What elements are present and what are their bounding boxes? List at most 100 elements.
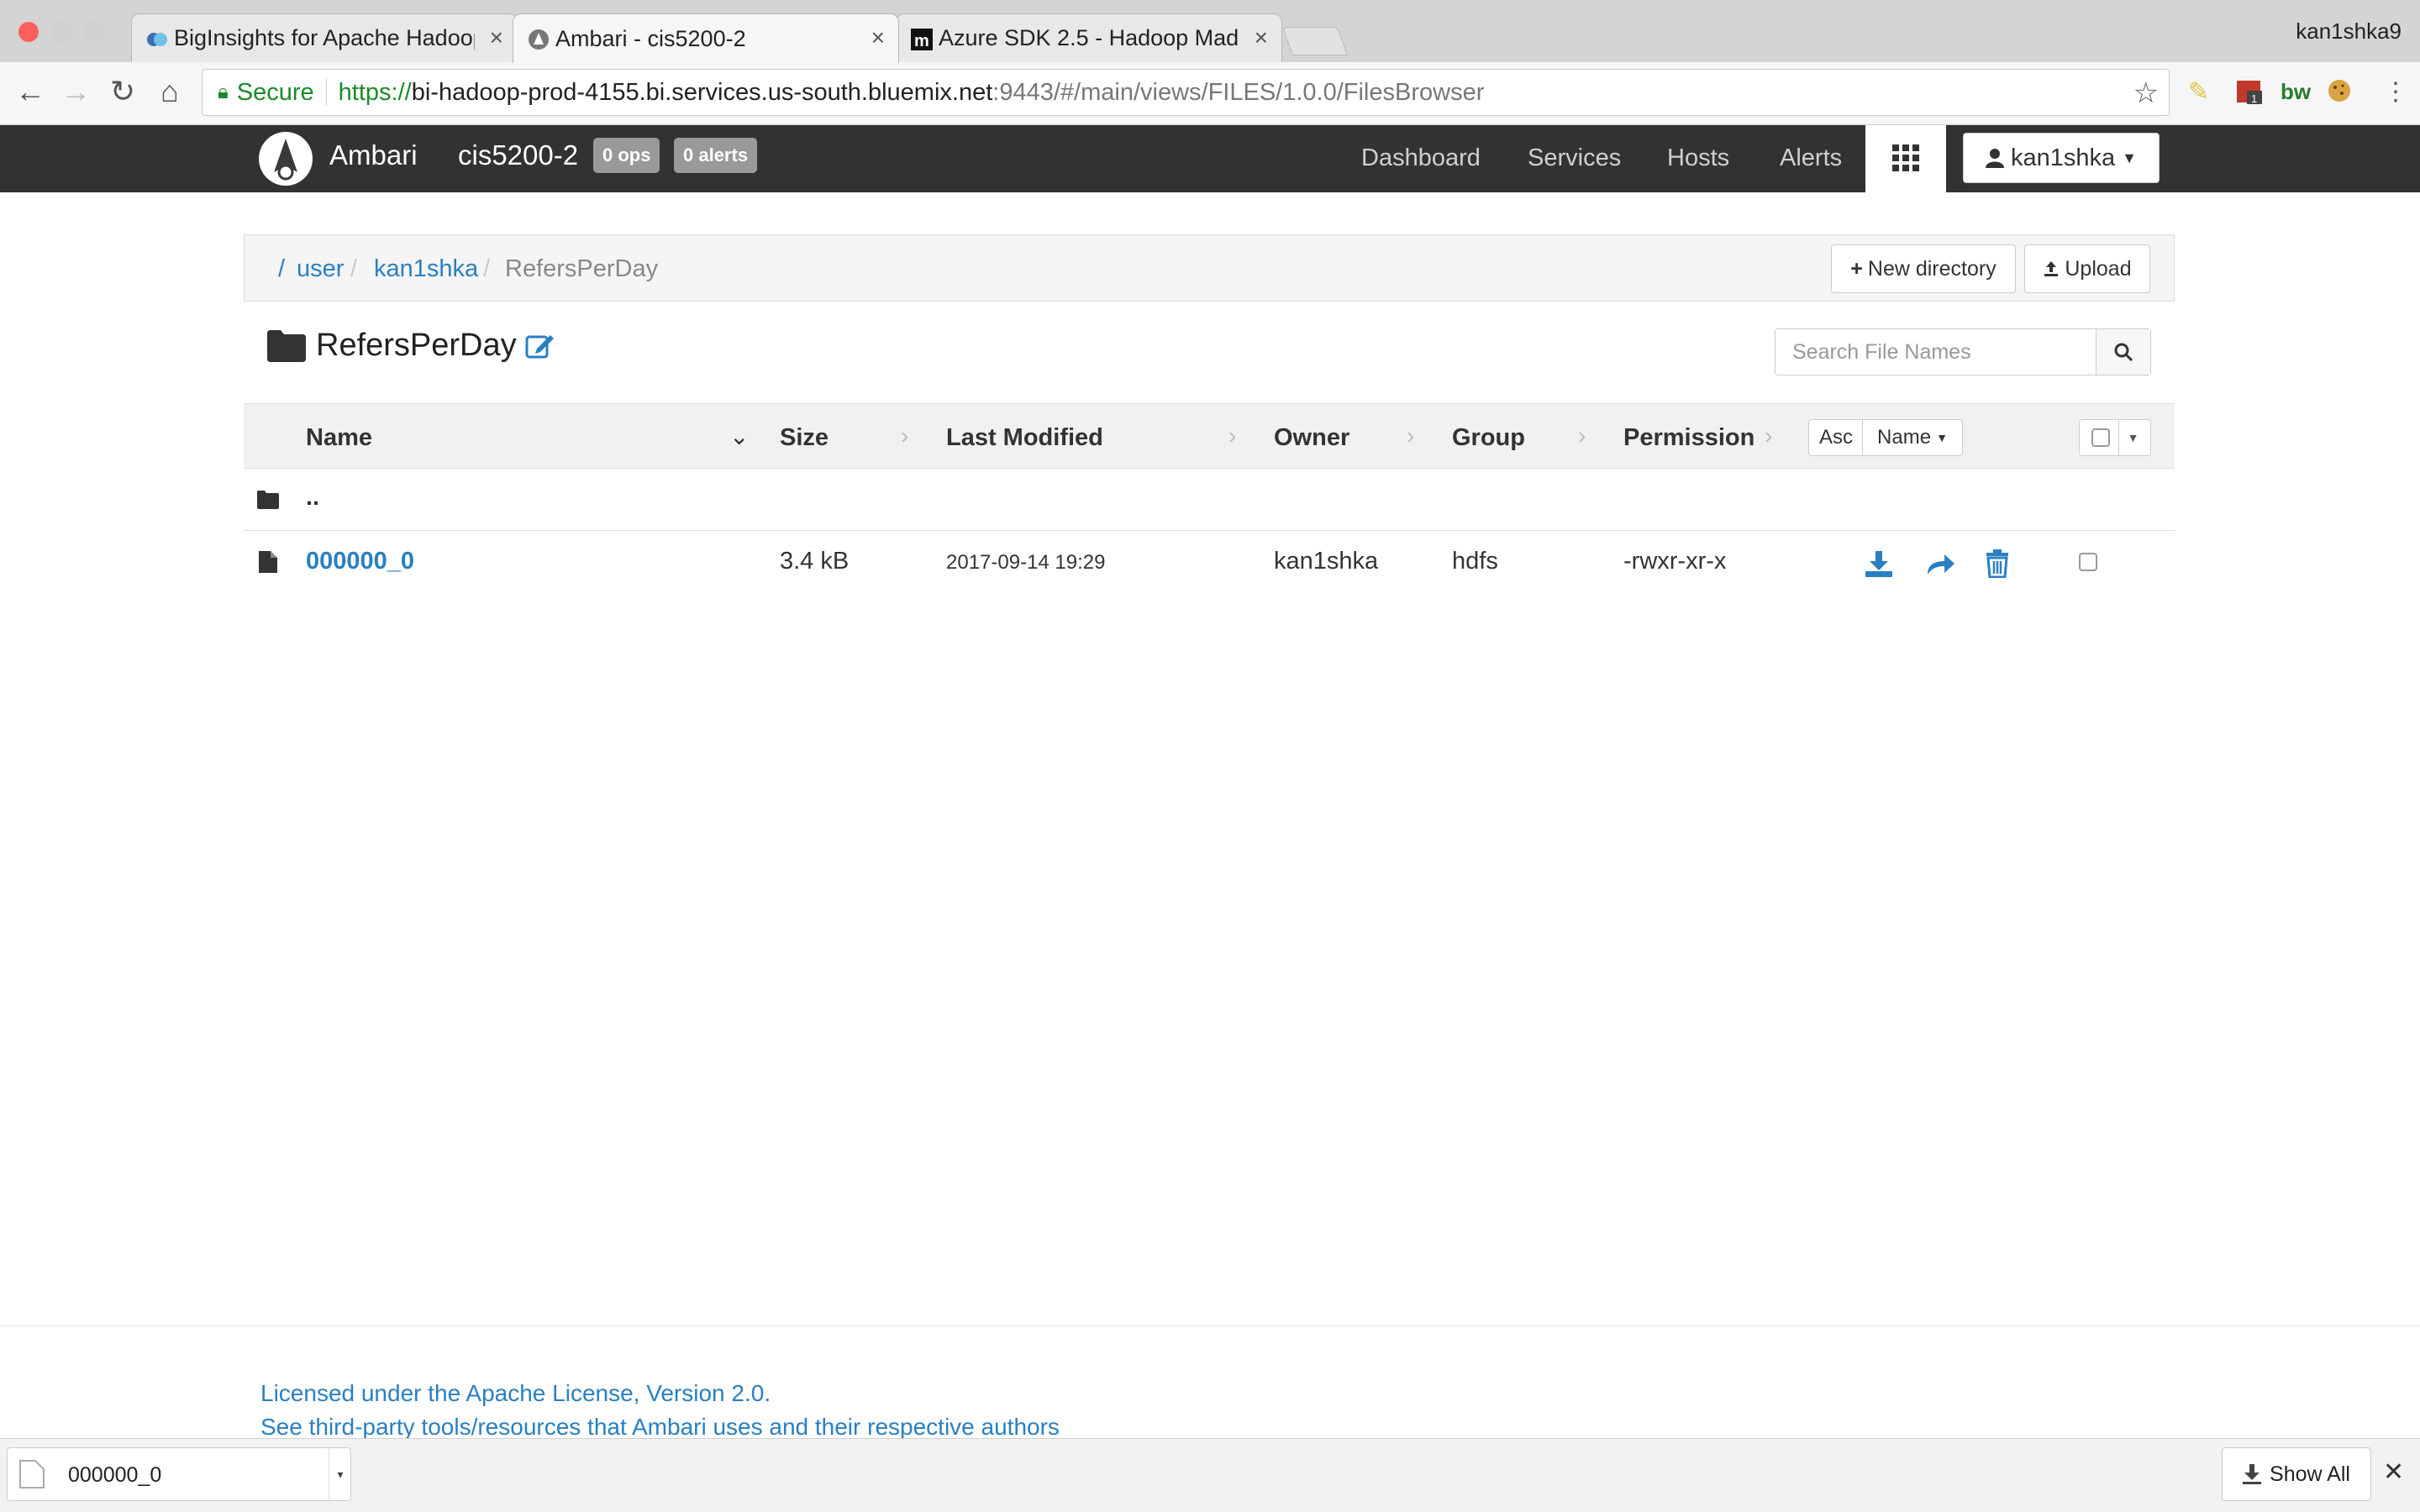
sort-descending-icon[interactable]: ⌄ <box>729 423 749 450</box>
breadcrumb-item-kan1shka[interactable]: kan1shka <box>374 255 478 283</box>
breadcrumb: / user / kan1shka / RefersPerDay + New d… <box>244 234 2175 302</box>
tab-azure-sdk[interactable]: m Azure SDK 2.5 - Hadoop Made × <box>896 13 1282 62</box>
sort-by-label: Name <box>1877 426 1932 449</box>
new-directory-button[interactable]: + New directory <box>1831 244 2016 293</box>
file-permission: -rwxr-xr-x <box>1623 548 1727 575</box>
extension-note-icon[interactable]: ✎ <box>2188 77 2209 107</box>
sort-by-dropdown[interactable]: Name ▼ <box>1862 419 1963 456</box>
sort-order-button[interactable]: Asc <box>1808 419 1864 456</box>
svg-text:m: m <box>914 32 929 50</box>
download-item[interactable]: 000000_0 ▾ <box>7 1447 351 1501</box>
parent-directory-label[interactable]: .. <box>306 484 319 512</box>
address-bar[interactable]: 🔒︎ Secure https://bi-hadoop-prod-4155.bi… <box>202 69 2170 116</box>
rename-edit-icon[interactable] <box>525 332 555 360</box>
extension-cookie-icon[interactable] <box>2326 77 2353 111</box>
column-header-group[interactable]: Group <box>1452 424 1525 452</box>
file-size: 3.4 kB <box>780 548 850 575</box>
chevron-right-icon[interactable]: › <box>1765 423 1772 449</box>
url-scheme: https:// <box>338 78 412 106</box>
nav-hosts[interactable]: Hosts <box>1667 144 1729 172</box>
tab-biginsights[interactable]: BigInsights for Apache Hadoop × <box>131 13 518 62</box>
folder-icon <box>267 329 306 362</box>
close-tab-icon[interactable]: × <box>871 24 885 51</box>
bookmark-star-icon[interactable]: ☆ <box>2133 76 2159 110</box>
search-button[interactable] <box>2096 329 2150 375</box>
page-title: RefersPerDay <box>316 328 517 363</box>
chevron-right-icon[interactable]: › <box>1407 423 1414 449</box>
third-party-link[interactable]: See third-party tools/resources that Amb… <box>260 1414 1060 1441</box>
user-menu-button[interactable]: kan1shka ▼ <box>1963 133 2160 183</box>
move-share-icon[interactable] <box>1926 553 1956 576</box>
tab-label: BigInsights for Apache Hadoop <box>174 25 475 50</box>
caret-down-icon: ▼ <box>2127 431 2139 444</box>
file-owner: kan1shka <box>1274 548 1379 575</box>
address-divider <box>325 79 327 106</box>
views-grid-button[interactable] <box>1865 125 1946 192</box>
nav-alerts[interactable]: Alerts <box>1780 144 1842 172</box>
close-icon[interactable]: ✕ <box>2383 1457 2404 1487</box>
lock-icon: 🔒︎ <box>218 81 229 103</box>
upload-button[interactable]: Upload <box>2024 244 2150 293</box>
extension-calendar-icon[interactable]: 1 <box>2235 77 2264 113</box>
breadcrumb-item-user[interactable]: user <box>297 255 344 283</box>
column-header-name[interactable]: Name <box>306 424 372 452</box>
close-window-button[interactable] <box>18 22 39 42</box>
url-path: :9443/#/main/views/FILES/1.0.0/FilesBrow… <box>992 78 1485 106</box>
svg-text:1: 1 <box>2251 92 2257 105</box>
reload-icon[interactable]: ↻ <box>104 74 141 109</box>
browser-profile-name[interactable]: kan1shka9 <box>2296 18 2402 45</box>
maximize-window-button[interactable] <box>86 22 106 42</box>
alerts-badge[interactable]: 0 alerts <box>674 138 758 173</box>
tab-ambari[interactable]: Ambari - cis5200-2 × <box>513 13 899 63</box>
column-header-owner[interactable]: Owner <box>1274 424 1349 452</box>
file-name-link[interactable]: 000000_0 <box>306 548 414 575</box>
chevron-right-icon[interactable]: › <box>1578 423 1586 449</box>
chevron-right-icon[interactable]: › <box>901 423 908 449</box>
minimize-window-button[interactable] <box>52 22 72 42</box>
ambari-logo-icon[interactable] <box>259 132 313 186</box>
breadcrumb-root[interactable]: / <box>278 255 285 283</box>
user-name: kan1shka <box>2011 144 2116 171</box>
new-tab-button[interactable] <box>1281 27 1349 55</box>
dropdown-divider <box>2118 419 2119 456</box>
home-icon[interactable]: ⌂ <box>151 74 188 109</box>
search-input[interactable] <box>1776 329 2096 375</box>
license-link[interactable]: Licensed under the Apache License, Versi… <box>260 1380 771 1407</box>
column-header-size[interactable]: Size <box>780 424 829 452</box>
row-select-checkbox[interactable] <box>2079 553 2097 571</box>
file-icon <box>259 551 277 573</box>
nav-dashboard[interactable]: Dashboard <box>1361 144 1481 172</box>
file-icon <box>19 1460 45 1488</box>
close-tab-icon[interactable]: × <box>490 24 503 51</box>
nav-services[interactable]: Services <box>1528 144 1621 172</box>
browser-menu-icon[interactable]: ⋮ <box>2383 77 2408 107</box>
select-all-checkbox[interactable] <box>2091 428 2110 447</box>
plus-icon: + <box>1850 256 1863 281</box>
extension-bw-icon[interactable]: bw <box>2281 79 2311 105</box>
column-header-permission[interactable]: Permission <box>1623 424 1754 452</box>
column-header-last-modified[interactable]: Last Modified <box>946 424 1103 452</box>
download-shelf: 000000_0 ▾ Show All ✕ <box>0 1438 2420 1512</box>
parent-directory-row[interactable]: .. <box>244 469 2175 531</box>
delete-trash-icon[interactable] <box>1985 549 2010 578</box>
back-arrow-icon[interactable]: ← <box>12 74 49 109</box>
ambari-brand[interactable]: Ambari <box>329 139 418 171</box>
select-all-dropdown[interactable]: ▼ <box>2079 419 2151 456</box>
browser-toolbar: ← → ↻ ⌂ 🔒︎ Secure https://bi-hadoop-prod… <box>0 62 2420 125</box>
secure-label: Secure <box>236 78 314 106</box>
file-group: hdfs <box>1452 548 1498 575</box>
download-options-caret-icon[interactable]: ▾ <box>329 1448 351 1500</box>
breadcrumb-separator: / <box>483 255 491 282</box>
forward-arrow-icon[interactable]: → <box>57 74 94 109</box>
show-all-label: Show All <box>2270 1462 2350 1486</box>
table-row[interactable]: 000000_0 3.4 kB 2017-09-14 19:29 kan1shk… <box>244 531 2175 595</box>
search-box <box>1775 328 2151 375</box>
show-all-downloads-button[interactable]: Show All <box>2222 1447 2371 1501</box>
biginsights-favicon-icon <box>147 33 167 46</box>
new-directory-label: New directory <box>1867 256 1996 281</box>
chevron-right-icon[interactable]: › <box>1228 423 1236 449</box>
ops-badge[interactable]: 0 ops <box>593 138 660 173</box>
close-tab-icon[interactable]: × <box>1255 24 1268 51</box>
download-icon[interactable] <box>1864 549 1894 578</box>
caret-down-icon: ▼ <box>1936 431 1948 444</box>
